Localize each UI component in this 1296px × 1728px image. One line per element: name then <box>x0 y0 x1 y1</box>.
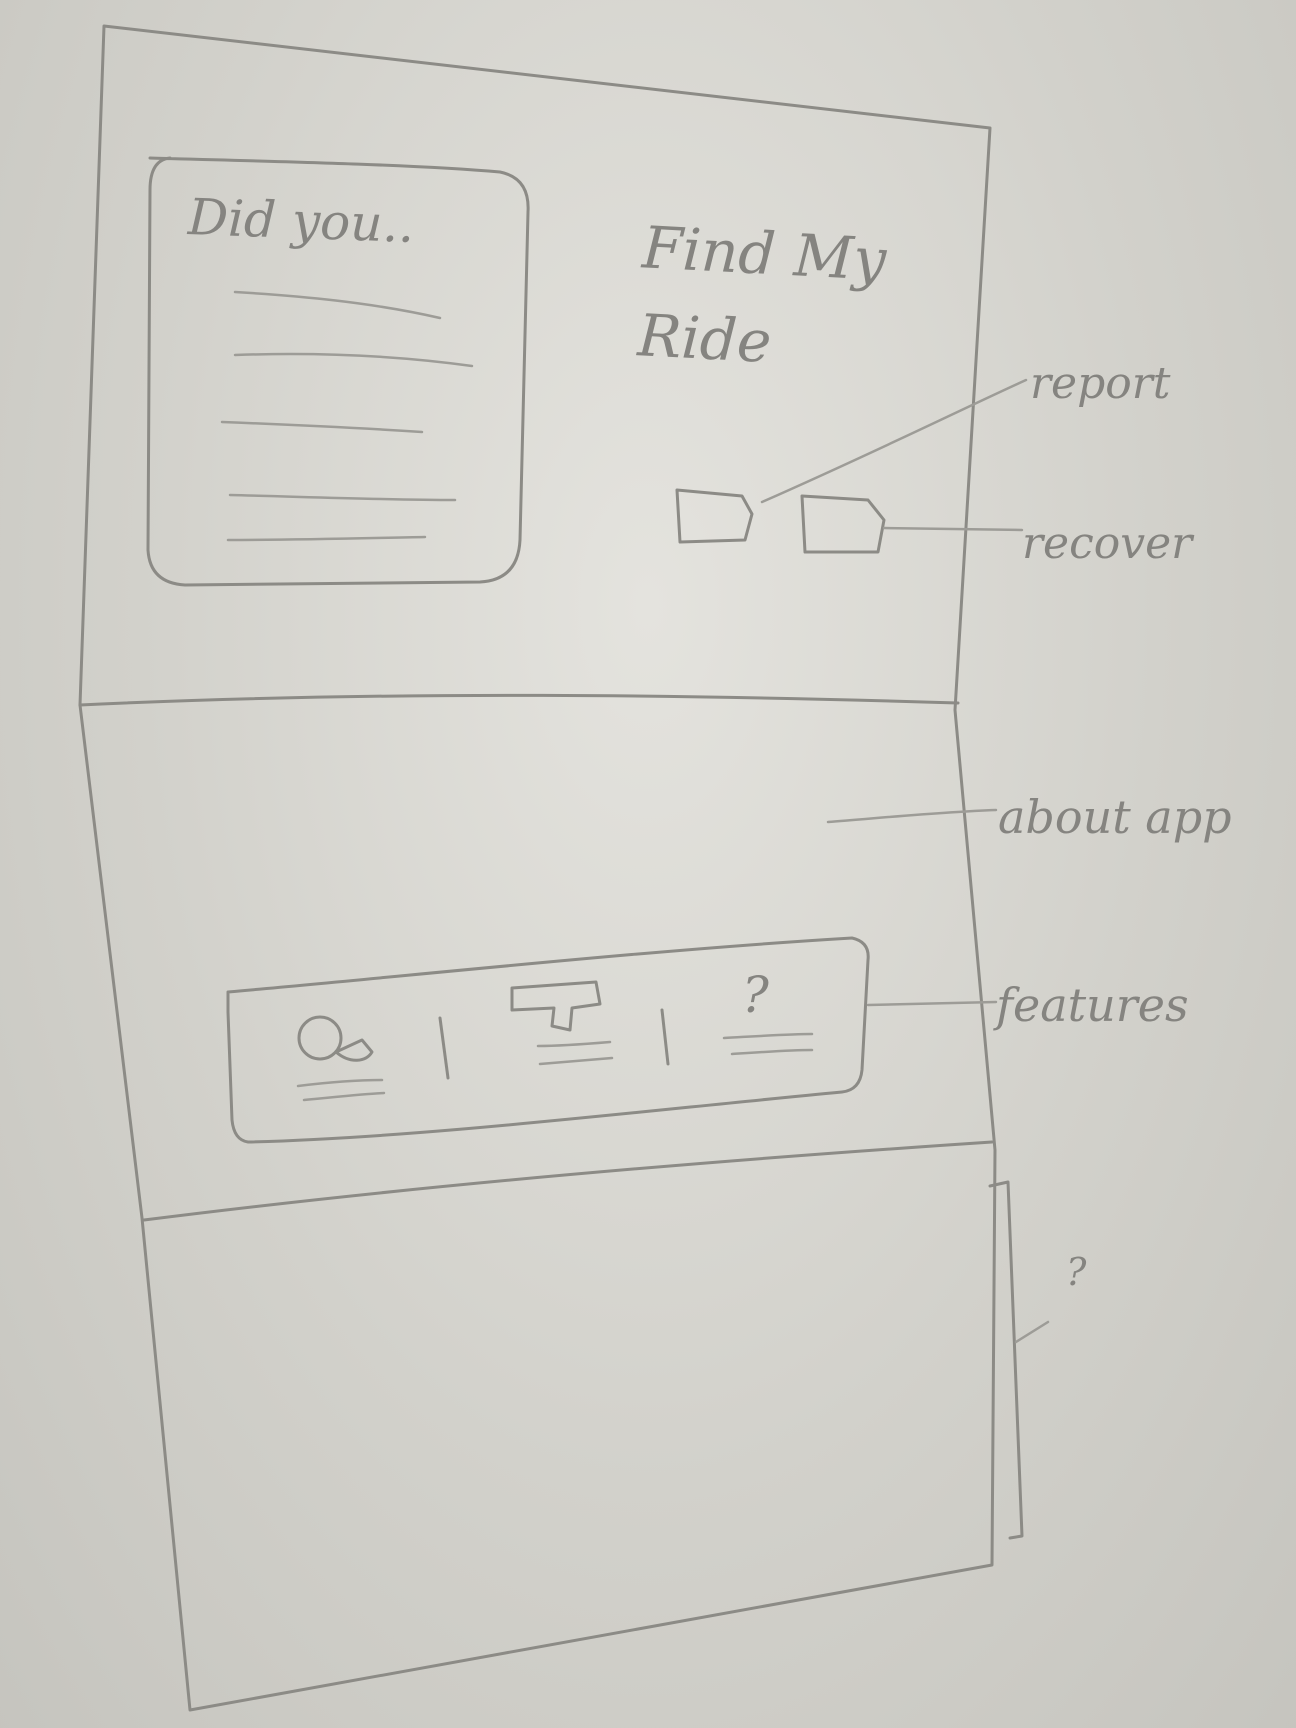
recover-button[interactable] <box>800 494 886 554</box>
annotation-recover: recover <box>1022 518 1193 569</box>
about-leader-line <box>826 808 998 824</box>
preview-card-line-1 <box>233 290 442 320</box>
feature-separator-2 <box>660 1008 670 1066</box>
feature-separator-1 <box>438 1016 450 1080</box>
feature-search-button[interactable] <box>290 1010 380 1102</box>
help-icon-underline <box>722 1032 814 1040</box>
preview-card-line-2 <box>233 352 474 368</box>
annotation-features: features <box>996 978 1189 1032</box>
preview-card-line-5 <box>226 535 427 542</box>
unknown-leader-line <box>1014 1320 1050 1344</box>
about-section-divider <box>142 1140 994 1222</box>
report-leader-line <box>760 378 1028 504</box>
report-button[interactable] <box>676 488 754 544</box>
features-leader-line <box>866 1000 998 1007</box>
preview-card-line-4 <box>228 493 457 502</box>
recover-leader-line <box>882 526 1024 532</box>
preview-card-line-3 <box>220 420 424 434</box>
annotation-about-app: about app <box>998 790 1232 844</box>
annotation-report: report <box>1030 358 1171 409</box>
app-title: Find My Ride <box>636 213 888 377</box>
hero-section-divider <box>78 693 960 707</box>
help-icon[interactable]: ? <box>742 966 769 1024</box>
feature-camera-button[interactable] <box>506 978 616 1068</box>
preview-card-title: Did you.. <box>187 188 416 254</box>
annotation-unknown-section: ? <box>1066 1250 1087 1294</box>
